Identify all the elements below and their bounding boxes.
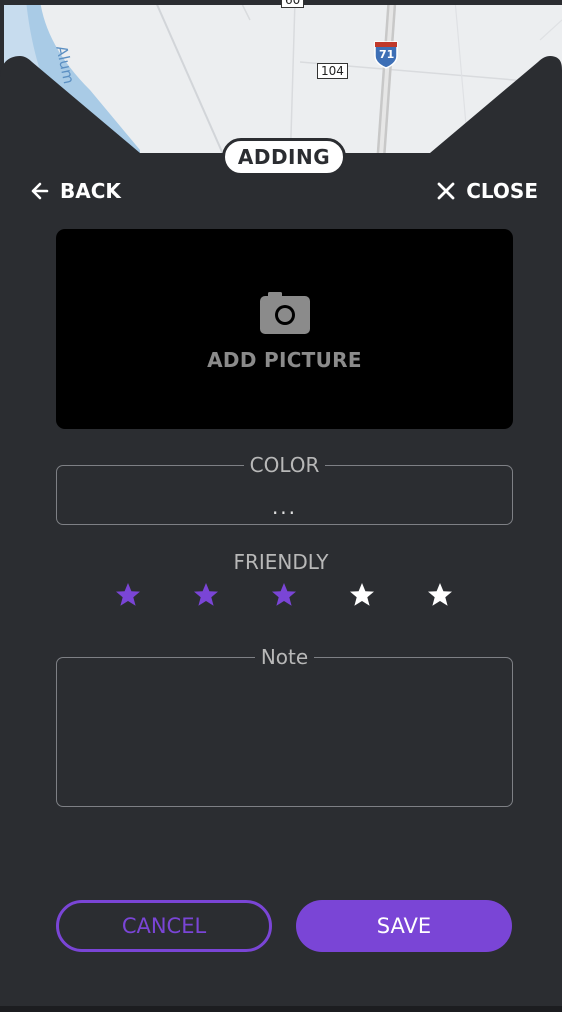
note-field: Note	[56, 647, 513, 807]
close-label: CLOSE	[466, 179, 538, 203]
note-legend: Note	[260, 645, 309, 669]
camera-icon	[259, 292, 310, 338]
star-3-icon[interactable]	[271, 582, 297, 608]
mode-badge: ADDING	[222, 138, 346, 176]
close-button[interactable]: CLOSE	[436, 178, 538, 204]
friendly-label: FRIENDLY	[233, 550, 329, 574]
save-label: SAVE	[376, 914, 432, 938]
save-button[interactable]: SAVE	[296, 900, 512, 952]
star-4-icon[interactable]	[349, 582, 375, 608]
cancel-label: CANCEL	[121, 914, 207, 938]
color-value: ...	[271, 495, 298, 519]
star-2-icon[interactable]	[193, 582, 219, 608]
star-1-icon[interactable]	[115, 582, 141, 608]
bottom-bar	[0, 1006, 562, 1012]
arrow-left-icon	[30, 181, 50, 201]
back-button[interactable]: BACK	[30, 178, 121, 204]
note-input[interactable]	[67, 687, 502, 796]
add-picture-button[interactable]: ADD PICTURE	[56, 229, 513, 429]
mode-label: ADDING	[237, 145, 331, 169]
close-icon	[436, 181, 456, 201]
color-field[interactable]: COLOR ...	[56, 455, 513, 525]
color-legend: COLOR	[249, 453, 320, 477]
add-picture-label: ADD PICTURE	[207, 348, 362, 372]
star-5-icon[interactable]	[427, 582, 453, 608]
cancel-button[interactable]: CANCEL	[56, 900, 272, 952]
back-label: BACK	[60, 179, 121, 203]
